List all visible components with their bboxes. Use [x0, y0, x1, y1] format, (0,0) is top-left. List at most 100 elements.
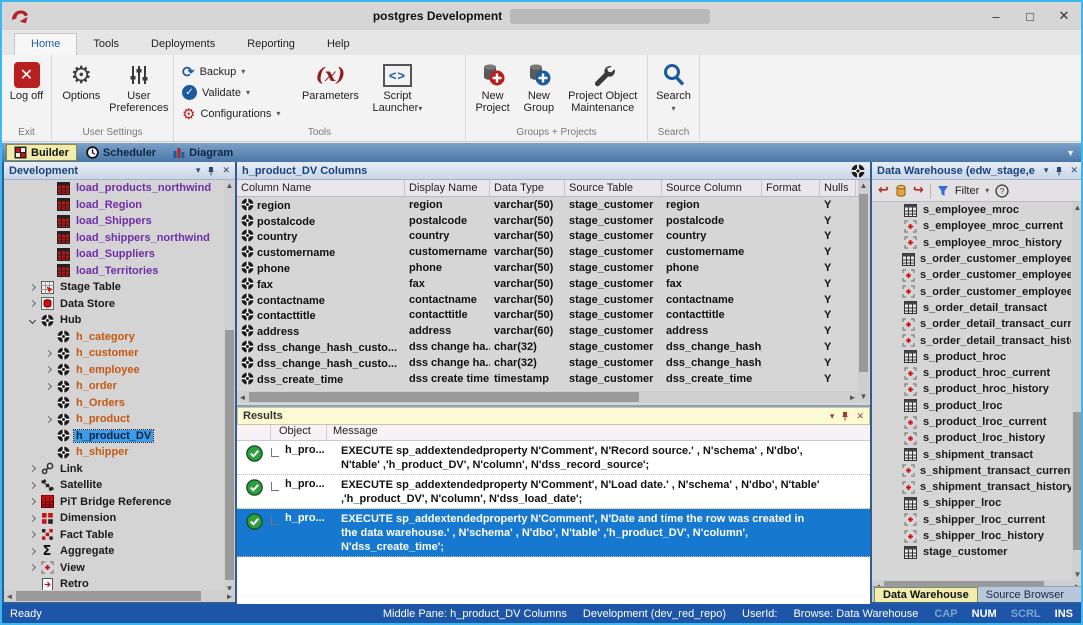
tree-item-load-territories[interactable]: load_Territories — [4, 263, 223, 280]
tree-expander-icon[interactable] — [42, 417, 55, 422]
columns-grid-vertical-scrollbar[interactable]: ▲ ▼ — [858, 180, 869, 402]
search-button[interactable]: Search▾ — [652, 57, 695, 115]
tree-expander-icon[interactable] — [26, 565, 39, 570]
tree-item-s-order-customer-employee-tran[interactable]: s_order_customer_employee_tran — [872, 267, 1071, 283]
tree-item-load-shippers[interactable]: load_Shippers — [4, 213, 223, 230]
tree-expander-icon[interactable] — [42, 351, 55, 356]
tree-item-view[interactable]: View — [4, 560, 223, 577]
table-row[interactable]: dss_change_hash_custo...dss change ha...… — [237, 339, 858, 355]
tree-item-h-product[interactable]: h_product — [4, 411, 223, 428]
tree-item-s-product-lroc[interactable]: s_product_lroc — [872, 398, 1071, 414]
table-row[interactable]: faxfaxvarchar(50)stage_customerfaxYN — [237, 276, 858, 292]
panel-menu-icon[interactable]: ▾ — [196, 165, 201, 176]
table-row[interactable]: customernamecustomernamevarchar(50)stage… — [237, 244, 858, 260]
grid-column-header-nulls[interactable]: Nulls — [820, 180, 856, 197]
panel-menu-icon[interactable]: ▾ — [1044, 165, 1049, 176]
left-tree-vertical-scrollbar[interactable]: ▲ ▼ — [224, 180, 235, 594]
tree-item-s-employee-mroc-current[interactable]: s_employee_mroc_current — [872, 218, 1071, 234]
project-object-maintenance-button[interactable]: Project Object Maintenance — [562, 57, 643, 114]
tree-item-s-order-detail-transact-current[interactable]: s_order_detail_transact_current — [872, 316, 1071, 332]
tree-item-load-shippers-northwind[interactable]: load_shippers_northwind — [4, 230, 223, 247]
tree-item-s-shipper-lroc-current[interactable]: s_shipper_lroc_current — [872, 512, 1071, 528]
filter-icon[interactable] — [937, 185, 949, 197]
hub-icon[interactable] — [851, 164, 865, 178]
browser-tree-vertical-scrollbar[interactable]: ▲ ▼ — [1072, 202, 1083, 580]
table-row[interactable]: addressaddressvarchar(60)stage_customera… — [237, 323, 858, 339]
tree-expander-icon[interactable] — [42, 384, 55, 389]
tree-expander-icon[interactable] — [26, 532, 39, 537]
tree-item-s-product-lroc-history[interactable]: s_product_lroc_history — [872, 430, 1071, 446]
tree-item-aggregate[interactable]: ΣAggregate — [4, 543, 223, 560]
table-row[interactable]: contactnamecontactnamevarchar(50)stage_c… — [237, 292, 858, 308]
panel-close-icon[interactable]: ✕ — [856, 411, 864, 422]
tab-builder[interactable]: Builder — [6, 144, 77, 161]
parameters-button[interactable]: (x) Parameters — [296, 57, 364, 102]
tree-item-h-order[interactable]: h_order — [4, 378, 223, 395]
tab-source-browser[interactable]: Source Browser — [978, 587, 1072, 602]
new-project-button[interactable]: New Project — [470, 57, 515, 114]
tab-deployments[interactable]: Deployments — [135, 34, 231, 55]
tree-item-h-shipper[interactable]: h_shipper — [4, 444, 223, 461]
grid-column-header-column-name[interactable]: Column Name — [237, 180, 405, 197]
tab-scheduler[interactable]: Scheduler — [79, 145, 163, 160]
tab-reporting[interactable]: Reporting — [231, 34, 311, 55]
tree-item-s-product-hroc[interactable]: s_product_hroc — [872, 349, 1071, 365]
pin-icon[interactable] — [1055, 166, 1063, 176]
table-row[interactable]: contacttitlecontacttitlevarchar(50)stage… — [237, 308, 858, 324]
tree-item-h-category[interactable]: h_category — [4, 329, 223, 346]
grid-column-header-format[interactable]: Format — [762, 180, 820, 197]
filter-label[interactable]: Filter — [955, 185, 979, 197]
tree-item-s-product-hroc-current[interactable]: s_product_hroc_current — [872, 365, 1071, 381]
tree-item-pit-bridge-reference[interactable]: PiT Bridge Reference — [4, 494, 223, 511]
tree-item-s-order-customer-employee-tran[interactable]: s_order_customer_employee_tran — [872, 283, 1071, 299]
tree-item-hub[interactable]: Hub — [4, 312, 223, 329]
tree-expander-icon[interactable] — [26, 301, 39, 306]
refresh-forward-icon[interactable]: ↪ — [913, 183, 924, 198]
tree-item-dimension[interactable]: Dimension — [4, 510, 223, 527]
backup-button[interactable]: ⟳ Backup▾ — [178, 61, 284, 82]
tree-item-s-shipment-transact-history[interactable]: s_shipment_transact_history — [872, 479, 1071, 495]
minimize-button[interactable]: – — [979, 3, 1013, 29]
table-row[interactable]: regionregionvarchar(50)stage_customerreg… — [237, 197, 858, 213]
tree-expander-icon[interactable] — [26, 516, 39, 521]
close-button[interactable]: ✕ — [1047, 3, 1081, 29]
panel-close-icon[interactable]: ✕ — [1070, 165, 1078, 176]
tree-expander-icon[interactable] — [26, 466, 39, 471]
tree-item-s-shipper-lroc-history[interactable]: s_shipper_lroc_history — [872, 528, 1071, 544]
tree-item-stage-customer[interactable]: stage_customer — [872, 544, 1071, 560]
tree-item-s-product-lroc-current[interactable]: s_product_lroc_current — [872, 414, 1071, 430]
database-icon[interactable] — [895, 184, 907, 198]
grid-column-header-data-type[interactable]: Data Type — [490, 180, 565, 197]
tab-help[interactable]: Help — [311, 34, 366, 55]
script-launcher-button[interactable]: <> Script Launcher▾ — [366, 57, 428, 115]
tab-tools[interactable]: Tools — [77, 34, 135, 55]
tree-item-h-product-dv[interactable]: h_product_DV — [4, 428, 223, 445]
tree-item-s-order-customer-employee-tran[interactable]: s_order_customer_employee_tran — [872, 251, 1071, 267]
columns-grid-horizontal-scrollbar[interactable]: ◄► — [237, 391, 858, 403]
tree-item-s-product-hroc-history[interactable]: s_product_hroc_history — [872, 381, 1071, 397]
table-row[interactable]: phonephonevarchar(50)stage_customerphone… — [237, 260, 858, 276]
tree-item-fact-table[interactable]: Fact Table — [4, 527, 223, 544]
tree-item-h-employee[interactable]: h_employee — [4, 362, 223, 379]
results-grid-header[interactable]: Object Message — [237, 425, 870, 441]
configurations-button[interactable]: ⚙ Configurations▾ — [178, 103, 284, 124]
tree-item-s-shipment-transact[interactable]: s_shipment_transact — [872, 446, 1071, 462]
tree-item-h-orders[interactable]: h_Orders — [4, 395, 223, 412]
table-row[interactable]: postalcodepostalcodevarchar(50)stage_cus… — [237, 213, 858, 229]
tree-item-s-order-detail-transact[interactable]: s_order_detail_transact — [872, 300, 1071, 316]
tree-item-s-shipper-lroc[interactable]: s_shipper_lroc — [872, 495, 1071, 511]
refresh-back-icon[interactable]: ↩ — [878, 183, 889, 198]
new-group-button[interactable]: New Group — [517, 57, 560, 114]
help-globe-icon[interactable]: ? — [995, 184, 1009, 198]
tab-home[interactable]: Home — [14, 33, 77, 55]
pin-icon[interactable] — [207, 166, 215, 176]
table-row[interactable]: countrycountryvarchar(50)stage_customerc… — [237, 229, 858, 245]
tree-item-stage-table[interactable]: Stage Table — [4, 279, 223, 296]
panel-close-icon[interactable]: ✕ — [222, 165, 230, 176]
tab-data-warehouse[interactable]: Data Warehouse — [874, 587, 978, 602]
tree-item-link[interactable]: Link — [4, 461, 223, 478]
tree-item-load-suppliers[interactable]: load_Suppliers — [4, 246, 223, 263]
tree-item-satellite[interactable]: Satellite — [4, 477, 223, 494]
table-row[interactable]: dss_change_hash_custo...dss change ha...… — [237, 355, 858, 371]
log-off-button[interactable]: ✕ Log off — [6, 57, 47, 102]
